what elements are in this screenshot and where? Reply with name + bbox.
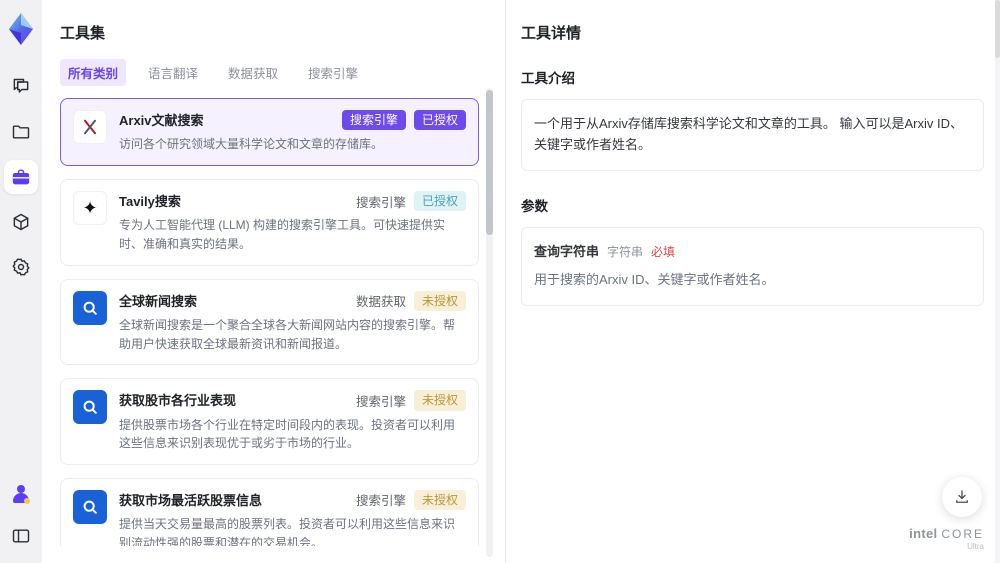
active-stocks-icon [73,489,107,524]
auth-status-badge: 未授权 [413,489,466,511]
page-title: 工具集 [60,25,106,42]
tools-list-panel: 工具集 所有类别 语言翻译 数据获取 搜索引擎 Arxiv文献搜索 搜索引擎 已… [42,0,506,563]
user-avatar-icon[interactable] [4,477,38,511]
tool-detail-panel: 工具详情 工具介绍 一个用于从Arxiv存储库搜索科学论文和文章的工具。 输入可… [507,0,1000,563]
tool-name: Tavily搜索 [119,193,181,209]
category-label: 数据获取 [355,295,406,310]
param-description: 用于搜索的Arxiv ID、关键字或作者姓名。 [534,272,775,288]
collapse-panel-icon[interactable] [4,519,38,553]
rail-bottom [4,477,38,553]
tool-name: 全球新闻搜索 [119,293,198,309]
stock-sector-icon [73,390,107,425]
tool-card-global-news[interactable]: 全球新闻搜索 数据获取 未授权 全球新闻搜索是一个聚合全球各大新闻网站内容的搜索… [60,278,479,366]
tab-all-categories[interactable]: 所有类别 [60,59,127,86]
param-required-flag: 必填 [651,244,676,259]
package-icon[interactable] [4,205,38,239]
rail-nav [4,70,38,284]
chat-icon[interactable] [4,70,38,104]
intro-text: 一个用于从Arxiv存储库搜索科学论文和文章的工具。 输入可以是Arxiv ID… [534,116,964,152]
intel-core-logo: intel CORE Ultra [909,526,984,551]
briefcase-icon[interactable] [4,160,38,194]
settings-gear-icon[interactable] [4,250,38,284]
category-label: 搜索引擎 [355,494,406,509]
tavily-star-icon: ✦ [73,190,107,225]
folder-icon[interactable] [4,115,38,149]
detail-title: 工具详情 [521,25,582,42]
list-scrollbar-thumb[interactable] [486,90,493,235]
tool-name: Arxiv文献搜索 [119,113,204,128]
intro-heading: 工具介绍 [521,71,575,86]
param-box: 查询字符串 字符串 必填 用于搜索的Arxiv ID、关键字或作者姓名。 [521,226,984,307]
auth-status-badge: 已授权 [413,110,466,131]
global-news-icon [73,290,107,325]
auth-status-badge: 未授权 [413,390,466,411]
app-logo [6,12,36,46]
param-name: 查询字符串 [534,243,600,259]
category-label: 搜索引擎 [355,394,406,409]
tool-card-arxiv[interactable]: Arxiv文献搜索 搜索引擎 已授权 访问各个研究领域大量科学论文和文章的存储库… [60,98,479,166]
intel-wordmark: intel [909,526,938,541]
ultra-wordmark: Ultra [967,542,984,551]
category-badge: 搜索引擎 [341,110,406,131]
arxiv-icon [73,110,107,144]
tool-description: 全球新闻搜索是一个聚合全球各大新闻网站内容的搜索引擎。帮助用户快速获取全球最新资… [119,317,456,351]
category-tabs: 所有类别 语言翻译 数据获取 搜索引擎 [60,59,479,86]
core-wordmark: CORE [941,527,984,541]
list-scrollbar[interactable] [486,88,493,557]
tab-data-fetch[interactable]: 数据获取 [220,59,286,86]
left-rail [0,0,42,563]
window-scrollbar-thumb[interactable] [995,0,1000,58]
download-button[interactable] [942,477,982,517]
window-scrollbar[interactable] [995,0,1000,563]
tool-card-active-stocks[interactable]: 获取市场最活跃股票信息 搜索引擎 未授权 提供当天交易量最高的股票列表。投资者可… [60,477,479,546]
tool-card-stock-sectors[interactable]: 获取股市各行业表现 搜索引擎 未授权 提供股票市场各个行业在特定时间段内的表现。… [60,378,479,465]
tool-card-list: Arxiv文献搜索 搜索引擎 已授权 访问各个研究领域大量科学论文和文章的存储库… [60,98,479,546]
tool-description: 专为人工智能代理 (LLM) 构建的搜索引擎工具。可快速提供实时、准确和真实的结… [119,218,446,251]
auth-status-badge: 已授权 [413,190,466,212]
tool-name: 获取市场最活跃股票信息 [119,492,263,508]
tab-search-engine[interactable]: 搜索引擎 [300,59,366,86]
tool-card-tavily[interactable]: ✦ Tavily搜索 搜索引擎 已授权 专为人工智能代理 (LLM) 构建的搜索… [60,178,479,266]
intro-box: 一个用于从Arxiv存储库搜索科学论文和文章的工具。 输入可以是Arxiv ID… [521,99,984,171]
tool-description: 提供股票市场各个行业在特定时间段内的表现。投资者可以利用这些信息来识别表现优于或… [119,417,456,451]
category-label: 搜索引擎 [355,195,406,210]
params-heading: 参数 [521,198,548,214]
tool-description: 提供当天交易量最高的股票列表。投资者可以利用这些信息来识别流动性强的股票和潜在的… [119,517,456,546]
tool-name: 获取股市各行业表现 [119,393,237,409]
tab-language-translation[interactable]: 语言翻译 [140,59,206,86]
tool-description: 访问各个研究领域大量科学论文和文章的存储库。 [119,137,384,152]
auth-status-badge: 未授权 [413,290,466,311]
param-type: 字符串 [607,244,644,259]
